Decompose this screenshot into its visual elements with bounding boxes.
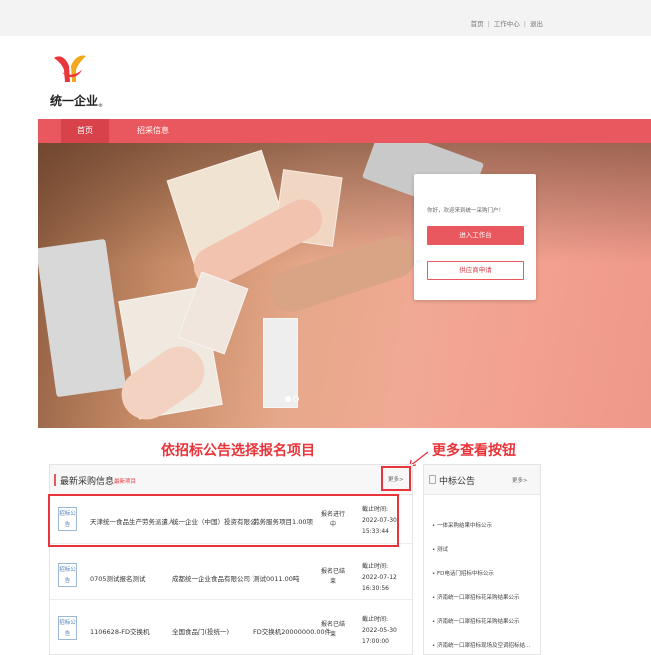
carousel-indicator [285,395,301,403]
deadline-time: 16:30:56 [362,585,389,592]
deadline: 截止时间: 2022-07-12 16:30:56 [362,561,407,594]
hero-banner [38,143,651,428]
latest-procurement-panel: 最新采购信息 最新项目 更多> 招标公告 天津统一食品生产劳务派遣人... 统一… [49,464,413,655]
company-name: 成都统一企业食品有限公司 [172,575,250,583]
side-panel-title: 中标公告 [439,477,476,487]
table-row[interactable]: 招标公告 1106628-FD交换机 全国食品门(投统一) FD交换机20000… [50,605,412,653]
list-item-label: 测试 [437,547,449,553]
list-item[interactable]: • 济南统一口罩招标花采购结果公示 [432,617,536,625]
panel-header: 最新采购信息 最新项目 更多> [50,465,412,495]
company-name: 全国食品门(投统一) [172,628,230,636]
list-item-label: 一体采购结果中标公示 [437,523,493,529]
deadline-label: 截止时间: [362,563,389,570]
project-name[interactable]: 0705测试报名测试 [90,573,146,583]
main-nav: 首页 招采信息 [38,119,651,143]
project-name[interactable]: 1106628-FD交换机 [90,626,150,636]
top-links: 首页 | 工作中心 | 退出 [471,18,543,28]
tender-badge: 招标公告 [58,616,77,640]
list-item[interactable]: • 测试 [432,545,536,553]
top-link-home[interactable]: 首页 [471,18,484,28]
list-item[interactable]: • 济南统一口罩招标现场及空调招标结... [432,641,536,649]
status-badge: 报名已结束 [320,621,345,638]
list-item[interactable]: • FD电话门招标中标公示 [432,569,536,577]
deadline-time: 17:00:00 [362,638,389,645]
logo-registered-mark: ® [98,103,104,109]
top-bar: 首页 | 工作中心 | 退出 [0,0,651,36]
highlight-box-first-row [48,494,399,547]
list-item-label: FD电话门招标中标公示 [437,571,494,577]
list-item-label: 济南统一口罩招标现场及空调招标结... [437,643,531,649]
top-link-workcenter[interactable]: 工作中心 [494,18,520,28]
list-item-label: 济南统一口罩招标花采购结果公示 [437,619,520,625]
list-item[interactable]: • 一体采购结果中标公示 [432,521,536,529]
deadline-date: 2022-07-12 [362,574,397,581]
deadline-date: 2022-05-30 [362,627,397,634]
logo-text: 统一企业® [50,92,103,109]
status-badge: 报名已结束 [320,568,345,585]
panel-title-accent [54,474,56,486]
panel-title: 最新采购信息 [60,477,115,487]
annotation-select-project: 依招标公告选择报名项目 [161,443,315,459]
supplier-apply-button[interactable]: 供应商申请 [427,261,524,280]
side-more-button[interactable]: 更多> [512,476,528,484]
carousel-dot-active[interactable] [285,396,291,402]
highlight-box-more-button [381,466,411,491]
document-icon [429,475,436,484]
award-notice-panel: 中标公告 更多> • 一体采购结果中标公示 • 测试 • FD电话门招标中标公示… [423,464,541,655]
banner-background [38,143,651,263]
deadline: 截止时间: 2022-05-30 17:00:00 [362,614,407,647]
top-link-logout[interactable]: 退出 [530,18,543,28]
panel-subtitle-link[interactable]: 最新项目 [114,477,136,485]
logo-icon [54,55,86,82]
top-link-separator: | [487,20,490,28]
login-card: 你好，欢迎来到统一采购门户！ 进入工作台 供应商申请 [414,174,536,300]
nav-item-procurement-info[interactable]: 招采信息 [128,119,178,143]
nav-item-home[interactable]: 首页 [61,119,109,143]
annotation-more-button: 更多查看按钮 [432,443,516,459]
side-panel-header: 中标公告 更多> [424,465,540,495]
deadline-label: 截止时间: [362,616,389,623]
enter-workbench-button[interactable]: 进入工作台 [427,226,524,245]
brand-logo[interactable]: 统一企业® [50,52,120,112]
welcome-text: 你好，欢迎来到统一采购门户！ [427,208,505,214]
item-quantity: 测试0011.00吨 [253,575,300,583]
logo-text-main: 统一企业 [50,94,99,108]
tender-badge: 招标公告 [58,563,77,587]
list-item[interactable]: • 济南统一口罩招标花采购结果公示 [432,593,536,601]
top-link-separator: | [523,20,526,28]
list-item-label: 济南统一口罩招标花采购结果公示 [437,595,520,601]
carousel-dot[interactable] [293,396,299,402]
table-row[interactable]: 招标公告 0705测试报名测试 成都统一企业食品有限公司 测试0011.00吨 … [50,552,412,600]
